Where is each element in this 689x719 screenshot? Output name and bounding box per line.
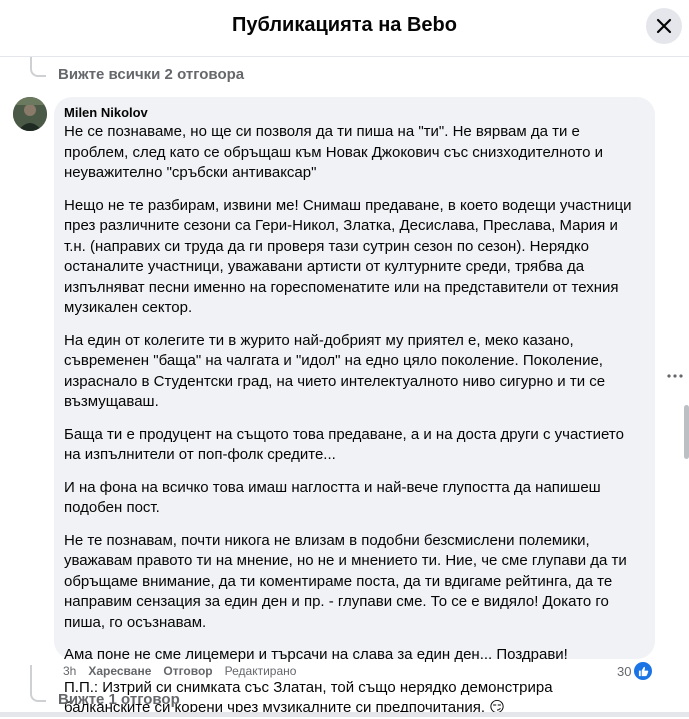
close-button[interactable]: [646, 8, 682, 44]
more-dots-icon: [667, 374, 683, 378]
comment-paragraph: Ама поне не сме лицемери и търсачи на сл…: [64, 646, 568, 663]
comment-paragraph: Нещо не те разбирам, извини ме! Снимаш п…: [64, 196, 632, 317]
thumbs-up-icon: [634, 662, 653, 680]
comment-author[interactable]: Milen Nikolov: [64, 105, 643, 120]
reaction-count[interactable]: 30: [617, 662, 653, 680]
bottom-divider: [0, 712, 689, 717]
comment-paragraph: На един от колегите ти в журито най-добр…: [64, 331, 606, 411]
comment-paragraph: Баща ти е продуцент на същото това преда…: [64, 425, 624, 464]
comment-bubble: Milen Nikolov Не се познаваме, но ще си …: [54, 97, 655, 716]
more-options-button[interactable]: [664, 367, 686, 385]
dialog-title: Публикацията на Bebo: [232, 14, 457, 36]
comment-timestamp[interactable]: 3h: [63, 664, 76, 678]
avatar[interactable]: [13, 97, 47, 131]
comment-actions: 3h Харесване Отговор Редактирано: [63, 664, 296, 678]
see-all-replies-link[interactable]: Вижте всички 2 отговора: [58, 66, 244, 83]
reply-button[interactable]: Отговор: [163, 664, 212, 678]
comment-paragraph: И на фона на всичко това имаш наглостта …: [64, 478, 601, 517]
like-count: 30: [617, 663, 632, 679]
dialog-header: Публикацията на Bebo: [0, 0, 689, 57]
like-button[interactable]: Харесване: [88, 664, 151, 678]
scrollbar-thumb[interactable]: [684, 405, 689, 459]
comment-paragraph: Не те познавам, почти никога не влизам в…: [64, 531, 627, 631]
avatar-image: [13, 97, 47, 131]
see-one-reply-link[interactable]: Вижте 1 отговор: [58, 691, 180, 708]
comment-paragraph: Не се познаваме, но ще си позволя да ти …: [64, 123, 603, 181]
edited-label[interactable]: Редактирано: [225, 664, 297, 678]
thread-connector-line: [30, 665, 46, 702]
close-icon: [656, 18, 672, 34]
thread-connector-line: [30, 57, 46, 77]
